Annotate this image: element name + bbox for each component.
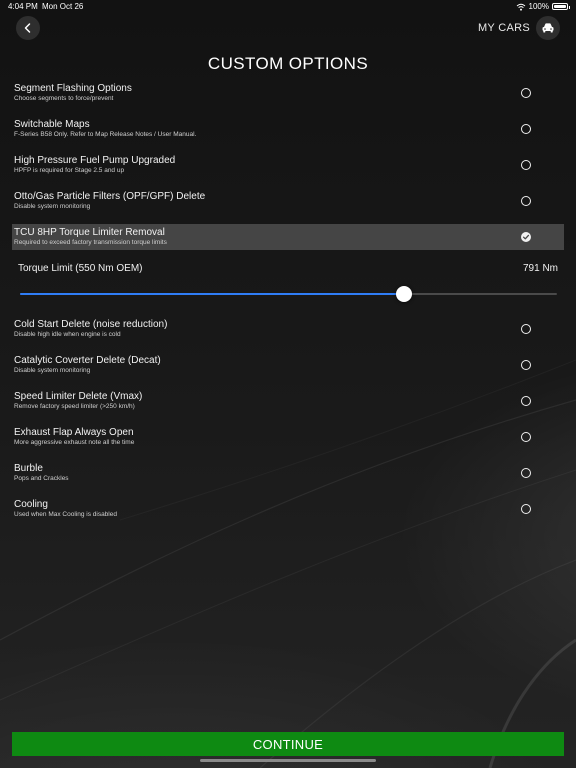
radio-button-checked[interactable] [521, 232, 531, 242]
radio-button[interactable] [521, 88, 531, 98]
option-title: Exhaust Flap Always Open [14, 427, 134, 438]
status-indicators: 100% [516, 2, 570, 11]
page-title: CUSTOM OPTIONS [207, 54, 369, 73]
back-button[interactable] [16, 16, 40, 40]
option-cooling[interactable]: Cooling Used when Max Cooling is disable… [12, 496, 564, 522]
battery-percent: 100% [528, 2, 549, 11]
option-subtitle: More aggressive exhaust note all the tim… [14, 439, 135, 446]
my-cars-button[interactable]: MY CARS [478, 16, 560, 40]
option-speed-limiter-delete[interactable]: Speed Limiter Delete (Vmax) Remove facto… [12, 388, 564, 414]
radio-button[interactable] [521, 196, 531, 206]
option-title: High Pressure Fuel Pump Upgraded [14, 155, 176, 166]
radio-button[interactable] [521, 360, 531, 370]
car-icon [542, 23, 554, 33]
radio-button[interactable] [521, 468, 531, 478]
option-subtitle: Disable system monitoring [14, 367, 91, 374]
option-subtitle: Disable system monitoring [14, 203, 91, 210]
option-subtitle: Choose segments to force/prevent [14, 95, 114, 102]
option-title: Cooling [14, 499, 48, 510]
my-cars-label: MY CARS [477, 22, 530, 34]
wifi-icon [516, 3, 525, 11]
option-subtitle: F-Series B58 Only. Refer to Map Release … [14, 131, 197, 138]
option-switchable-maps[interactable]: Switchable Maps F-Series B58 Only. Refer… [12, 116, 564, 142]
option-cold-start-delete[interactable]: Cold Start Delete (noise reduction) Disa… [12, 316, 564, 342]
option-subtitle: Used when Max Cooling is disabled [14, 511, 117, 518]
status-bar: 4:04 PM Mon Oct 26 100% [0, 0, 576, 14]
radio-button[interactable] [521, 432, 531, 442]
option-title: Otto/Gas Particle Filters (OPF/GPF) Dele… [14, 191, 206, 202]
radio-button[interactable] [521, 124, 531, 134]
option-title: Catalytic Coverter Delete (Decat) [14, 355, 161, 366]
option-subtitle: Required to exceed factory transmission … [14, 239, 167, 246]
chevron-left-icon [24, 23, 31, 33]
option-tcu-torque-limiter[interactable]: TCU 8HP Torque Limiter Removal Required … [12, 224, 564, 250]
car-icon-badge [536, 16, 560, 40]
option-segment-flashing[interactable]: Segment Flashing Options Choose segments… [12, 80, 564, 106]
option-subtitle: Disable high idle when engine is cold [14, 331, 121, 338]
radio-button[interactable] [521, 160, 531, 170]
option-decat[interactable]: Catalytic Coverter Delete (Decat) Disabl… [12, 352, 564, 378]
option-title: Cold Start Delete (noise reduction) [14, 319, 168, 330]
torque-limit-slider[interactable] [20, 285, 557, 303]
option-title: Switchable Maps [14, 119, 90, 130]
torque-limit-value: 791 Nm [522, 263, 558, 274]
option-subtitle: HPFP is required for Stage 2.5 and up [14, 167, 125, 174]
battery-icon [552, 3, 570, 10]
radio-button[interactable] [521, 504, 531, 514]
torque-limit-label: Torque Limit (550 Nm OEM) [18, 263, 143, 274]
home-indicator [200, 759, 376, 762]
option-subtitle: Pops and Crackles [14, 475, 69, 482]
option-title: Burble [14, 463, 43, 474]
radio-button[interactable] [521, 396, 531, 406]
slider-thumb[interactable] [395, 286, 412, 302]
option-title: Speed Limiter Delete (Vmax) [14, 391, 143, 402]
option-subtitle: Remove factory speed limiter (>250 km/h) [14, 403, 135, 410]
status-time: 4:04 PM [8, 2, 38, 11]
option-title: Segment Flashing Options [14, 83, 132, 94]
checkmark-icon [522, 234, 530, 240]
continue-button[interactable]: CONTINUE [12, 732, 564, 756]
option-burble[interactable]: Burble Pops and Crackles [12, 460, 564, 486]
option-title: TCU 8HP Torque Limiter Removal [14, 227, 165, 238]
option-hpfp-upgraded[interactable]: High Pressure Fuel Pump Upgraded HPFP is… [12, 152, 564, 178]
option-exhaust-flap-open[interactable]: Exhaust Flap Always Open More aggressive… [12, 424, 564, 450]
slider-fill [20, 293, 404, 295]
status-date: Mon Oct 26 [42, 2, 84, 11]
option-opf-gpf-delete[interactable]: Otto/Gas Particle Filters (OPF/GPF) Dele… [12, 188, 564, 214]
radio-button[interactable] [521, 324, 531, 334]
